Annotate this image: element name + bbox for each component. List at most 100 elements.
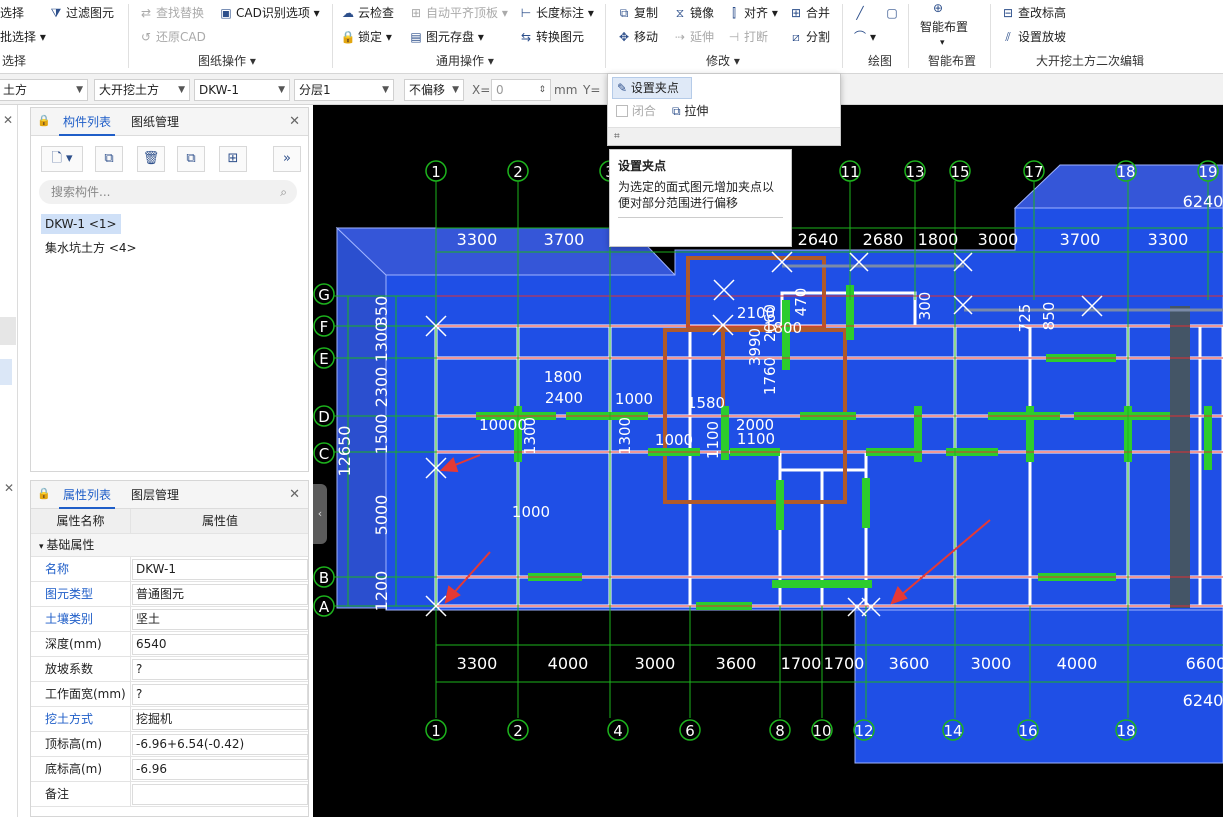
prop-value-input[interactable]: 6540 — [132, 634, 308, 655]
move-button[interactable]: ✥ 移动 — [616, 27, 658, 47]
duplicate-button[interactable]: ⧉ — [177, 146, 205, 172]
tab-component-list[interactable]: 构件列表 — [59, 108, 116, 136]
list-item[interactable]: DKW-1 <1> — [41, 214, 121, 234]
x-input[interactable]: 0 ⇕ — [491, 79, 551, 101]
prop-value-input[interactable]: DKW-1 — [132, 559, 308, 580]
cad-options-button[interactable]: ▣ CAD识别选项 ▾ — [218, 3, 319, 23]
double-chevron-icon: » — [283, 151, 291, 166]
stepper-icon[interactable]: ⇕ — [538, 80, 546, 100]
layer-select[interactable]: 分层1 ▼ — [294, 79, 394, 101]
convert-element-label: 转换图元 — [536, 30, 585, 44]
smart-layout-label: 智能布置 — [920, 20, 969, 34]
component-select[interactable]: DKW-1 ▼ — [194, 79, 290, 101]
draw-rect-button[interactable]: ▢ — [884, 3, 902, 23]
stretch-menu-item[interactable]: ⧉ 拉伸 — [672, 101, 708, 121]
prop-value-input[interactable]: -6.96 — [132, 759, 308, 780]
check-elevation-label: 查改标高 — [1018, 6, 1067, 20]
lock-button[interactable]: 🔒 锁定 ▾ — [340, 27, 392, 47]
close-shape-menu-item[interactable]: 闭合 — [616, 101, 656, 121]
element-save-button[interactable]: ▤ 图元存盘 ▾ — [408, 27, 484, 47]
restore-cad-icon: ↺ — [140, 30, 152, 44]
prop-value-input[interactable]: 普通图元 — [132, 584, 308, 605]
delete-component-button[interactable]: 🗑 — [137, 146, 165, 172]
check-elevation-button[interactable]: ⊟ 查改标高 — [1000, 3, 1066, 23]
auto-flush-button[interactable]: ⊞ 自动平齐顶板 ▾ — [408, 3, 508, 23]
group-drawing-ops[interactable]: 图纸操作 ▾ — [198, 52, 256, 70]
type-select[interactable]: 大开挖土方 ▼ — [94, 79, 190, 101]
mirror-button[interactable]: ⧖ 镜像 — [672, 3, 714, 23]
prop-name: 挖土方式 — [31, 707, 131, 732]
prop-value-input[interactable]: ? — [132, 684, 308, 705]
mirror-label: 镜像 — [690, 6, 715, 20]
chevron-down-icon: ▼ — [178, 85, 185, 95]
component-search-input[interactable]: 搜索构件... ⌕ — [39, 180, 297, 204]
dim-label: 2640 — [798, 230, 839, 249]
axis-label: B — [319, 569, 329, 587]
split-button[interactable]: ⧄ 分割 — [788, 27, 830, 47]
prop-value-input[interactable]: ? — [132, 659, 308, 680]
prop-value-input[interactable]: 坚土 — [132, 609, 308, 630]
smart-layout-icon-wrap[interactable]: ⊕ — [918, 0, 948, 16]
prop-value-input[interactable] — [132, 784, 308, 805]
pin-icon[interactable]: 🔒 — [37, 487, 51, 500]
ribbon-divider — [332, 4, 333, 68]
modify-dropdown-menu: ✎ 设置夹点 闭合 ⧉ 拉伸 ⌗ — [607, 73, 841, 146]
prop-value-input[interactable]: 挖掘机 — [132, 709, 308, 730]
list-item[interactable]: 集水坑土方 <4> — [41, 238, 141, 258]
set-slope-button[interactable]: ⫽ 设置放坡 — [1000, 27, 1066, 47]
batch-select-button[interactable]: 批选择 ▾ — [0, 27, 46, 47]
group-secondary-label: 大开挖土方二次编辑 — [1036, 54, 1145, 68]
import-button[interactable]: ⊞ — [219, 146, 247, 172]
close-icon[interactable]: ✕ — [289, 487, 300, 502]
smart-layout-dropdown[interactable]: ▾ — [940, 33, 945, 53]
dim-label: 3600 — [889, 654, 930, 673]
copy-button[interactable]: ⧉ 复制 — [616, 3, 658, 23]
prop-value-input[interactable]: -6.96+6.54(-0.42) — [132, 734, 308, 755]
new-component-button[interactable]: 🗋 ▾ — [41, 146, 83, 172]
find-replace-button[interactable]: ⇄ 查找替换 — [138, 3, 204, 23]
draw-line-button[interactable]: ╱ — [852, 3, 870, 23]
edge-tab[interactable] — [0, 317, 16, 345]
more-button[interactable]: » — [273, 146, 301, 172]
select-item-button[interactable]: 选择 — [0, 3, 24, 23]
resize-grip-icon[interactable]: ⌗ — [614, 131, 620, 142]
checkbox-icon[interactable] — [616, 105, 628, 117]
convert-element-icon: ⇆ — [520, 30, 532, 44]
cloud-check-button[interactable]: ☁ 云检查 — [340, 3, 394, 23]
copy-component-button[interactable]: ⧉ — [95, 146, 123, 172]
tab-layer-management[interactable]: 图层管理 — [127, 481, 183, 509]
length-dim-button[interactable]: ⊢ 长度标注 ▾ — [518, 3, 594, 23]
filter-elements-button[interactable]: ⧩ 过滤图元 — [48, 3, 114, 23]
offset-select[interactable]: 不偏移 ▼ — [404, 79, 464, 101]
find-replace-label: 查找替换 — [156, 6, 205, 20]
table-row: 放坡系数? — [31, 657, 308, 682]
dim-label: 3600 — [716, 654, 757, 673]
tab-property-list[interactable]: 属性列表 — [59, 481, 116, 509]
panel-collapse-handle[interactable]: ‹ — [313, 484, 327, 544]
edge-tab-active[interactable] — [0, 359, 12, 385]
convert-element-button[interactable]: ⇆ 转换图元 — [518, 27, 584, 47]
group-modify[interactable]: 修改 ▾ — [706, 52, 740, 70]
set-grip-menu-item[interactable]: ✎ 设置夹点 — [612, 77, 692, 99]
filter-elements-label: 过滤图元 — [66, 6, 115, 20]
inner-label: 1580 — [687, 394, 725, 412]
close-icon[interactable]: ✕ — [4, 481, 14, 495]
draw-arc-button[interactable]: ⌒ ▾ — [852, 27, 876, 47]
tooltip-description: 为选定的面式图元增加夹点以便对部分范围进行偏移 — [618, 179, 783, 218]
close-icon[interactable]: ✕ — [3, 113, 13, 127]
break-button[interactable]: ⊣ 打断 — [726, 27, 768, 47]
axis-label: 17 — [1024, 163, 1043, 181]
pin-icon[interactable]: 🔒 — [37, 114, 51, 127]
merge-button[interactable]: ⊞ 合并 — [788, 3, 830, 23]
close-icon[interactable]: ✕ — [289, 114, 300, 129]
align-button[interactable]: ⫿ 对齐 ▾ — [726, 3, 778, 23]
tab-drawing-management[interactable]: 图纸管理 — [127, 108, 183, 136]
axis-label: 13 — [905, 163, 924, 181]
split-label: 分割 — [806, 30, 831, 44]
group-general-ops[interactable]: 通用操作 ▾ — [436, 52, 494, 70]
inner-label: 850 — [1040, 302, 1058, 331]
category-select[interactable]: 土方 ▼ — [0, 79, 88, 101]
restore-cad-button[interactable]: ↺ 还原CAD — [138, 27, 206, 47]
extend-button[interactable]: ⇢ 延伸 — [672, 27, 714, 47]
section-basic[interactable]: ▾ 基础属性 — [31, 534, 308, 557]
